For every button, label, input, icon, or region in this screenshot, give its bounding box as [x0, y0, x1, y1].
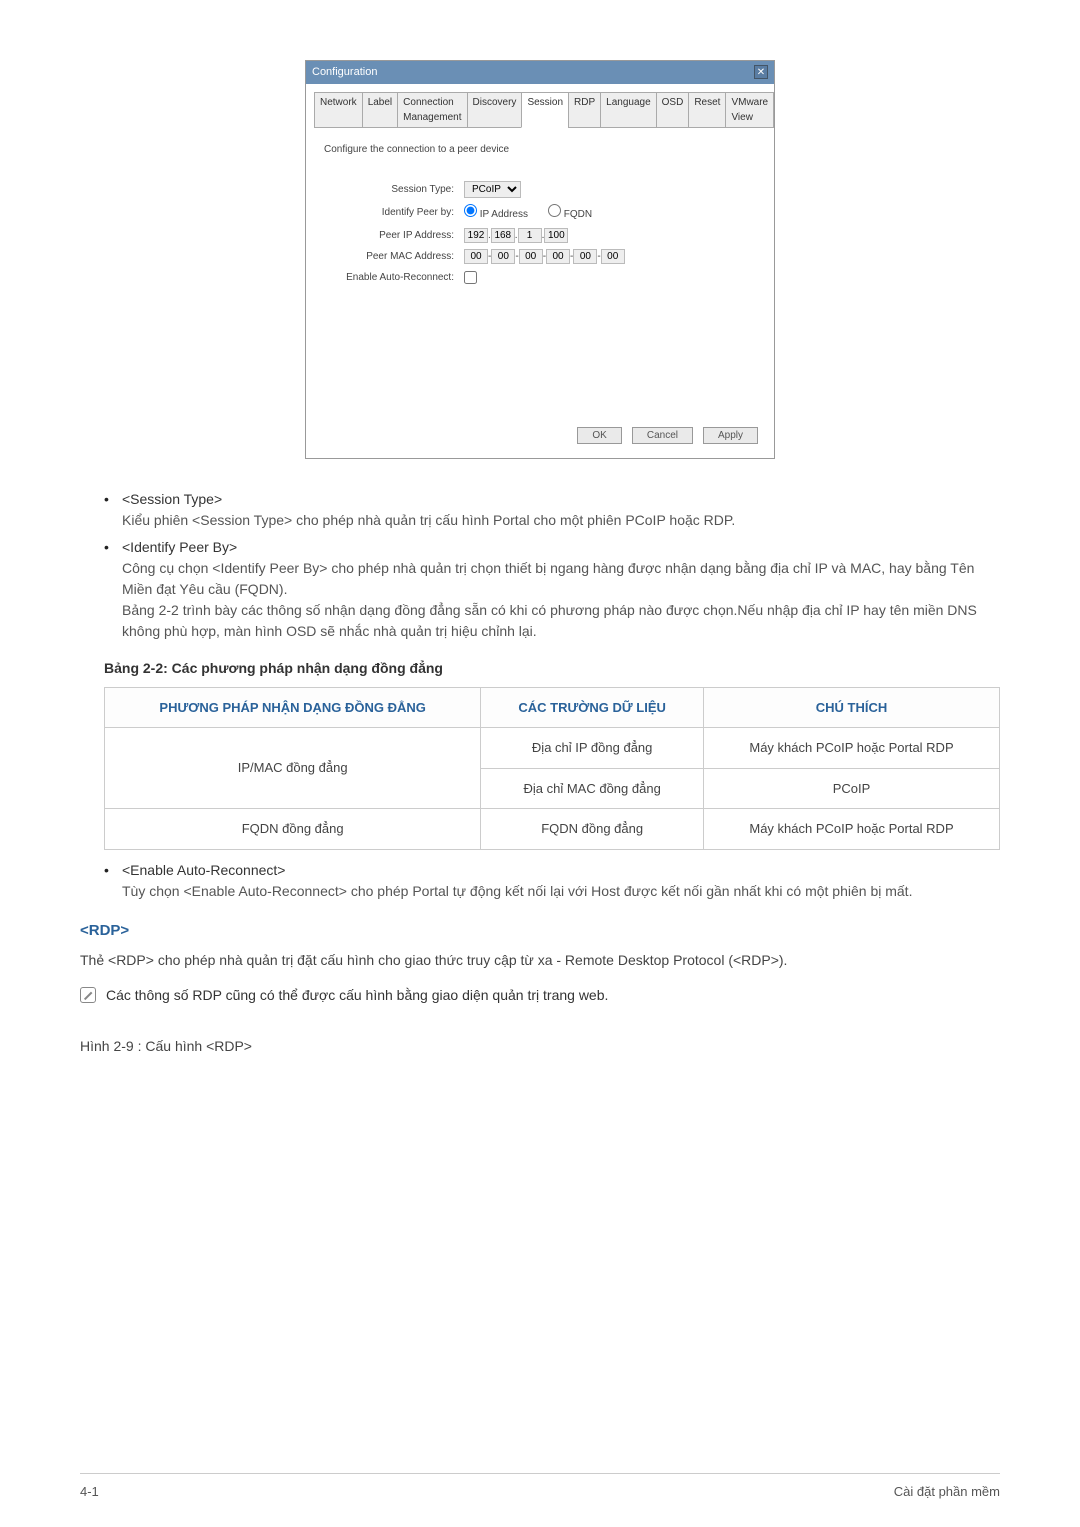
peer-mac-label: Peer MAC Address: [324, 249, 464, 264]
session-type-label: Session Type: [324, 182, 464, 197]
page-footer: 4-1 Cài đặt phần mềm [80, 1473, 1000, 1502]
peer-mac-3[interactable] [546, 249, 570, 264]
dialog-description: Configure the connection to a peer devic… [314, 128, 766, 181]
auto-reconnect-checkbox[interactable] [464, 271, 477, 284]
bullet-title: <Identify Peer By> [122, 537, 1000, 558]
table-header: PHƯƠNG PHÁP NHẬN DẠNG ĐỒNG ĐẲNG [105, 687, 481, 728]
footer-section-title: Cài đặt phần mềm [894, 1482, 1000, 1502]
cancel-button[interactable]: Cancel [632, 427, 693, 444]
rdp-heading: <RDP> [80, 920, 1000, 943]
dialog-tabs: Network Label Connection Management Disc… [314, 92, 766, 128]
tab-session[interactable]: Session [521, 92, 569, 128]
peer-ip-0[interactable] [464, 228, 488, 243]
table-cell: IP/MAC đồng đẳng [105, 728, 481, 809]
table-row: IP/MAC đồng đẳng Địa chỉ IP đồng đẳng Má… [105, 728, 1000, 769]
session-type-select[interactable]: PCoIP [464, 181, 521, 198]
rdp-body: Thẻ <RDP> cho phép nhà quản trị đặt cấu … [80, 950, 1000, 971]
peer-mac-2[interactable] [519, 249, 543, 264]
list-item: <Identify Peer By> Công cụ chọn <Identif… [104, 537, 1000, 642]
bullet-title: <Session Type> [122, 489, 1000, 510]
dialog-title: Configuration [312, 64, 377, 81]
table-caption: Bảng 2-2: Các phương pháp nhận dạng đồng… [104, 658, 1000, 679]
bullet-body: Kiểu phiên <Session Type> cho phép nhà q… [122, 510, 1000, 531]
table-cell: PCoIP [704, 768, 1000, 809]
note-text: Các thông số RDP cũng có thể được cấu hì… [106, 985, 608, 1006]
tab-label[interactable]: Label [362, 92, 398, 128]
tab-reset[interactable]: Reset [688, 92, 726, 128]
peer-mac-4[interactable] [573, 249, 597, 264]
bullet-list: <Session Type> Kiểu phiên <Session Type>… [104, 489, 1000, 642]
apply-button[interactable]: Apply [703, 427, 758, 444]
table-header: CHÚ THÍCH [704, 687, 1000, 728]
table-cell: Địa chỉ IP đồng đẳng [481, 728, 704, 769]
note-icon [80, 987, 96, 1003]
tab-discovery[interactable]: Discovery [467, 92, 523, 128]
peer-ip-1[interactable] [491, 228, 515, 243]
bullet-title: <Enable Auto-Reconnect> [122, 860, 1000, 881]
tab-osd[interactable]: OSD [656, 92, 690, 128]
peer-mac-1[interactable] [491, 249, 515, 264]
list-item: <Enable Auto-Reconnect> Tùy chọn <Enable… [104, 860, 1000, 902]
peer-ip-label: Peer IP Address: [324, 228, 464, 243]
auto-reconnect-label: Enable Auto-Reconnect: [324, 270, 464, 285]
footer-page-number: 4-1 [80, 1482, 99, 1502]
peer-mac-5[interactable] [601, 249, 625, 264]
identify-fqdn-radio[interactable]: FQDN [548, 204, 592, 222]
list-item: <Session Type> Kiểu phiên <Session Type>… [104, 489, 1000, 531]
table-cell: FQDN đồng đẳng [481, 809, 704, 850]
tab-network[interactable]: Network [314, 92, 363, 128]
tab-rdp[interactable]: RDP [568, 92, 601, 128]
tab-language[interactable]: Language [600, 92, 657, 128]
peer-ip-2[interactable] [518, 228, 542, 243]
peer-mac-0[interactable] [464, 249, 488, 264]
dialog-titlebar: Configuration ✕ [306, 61, 774, 84]
note-row: Các thông số RDP cũng có thể được cấu hì… [80, 985, 1000, 1006]
table-row: FQDN đồng đẳng FQDN đồng đẳng Máy khách … [105, 809, 1000, 850]
peer-ip-3[interactable] [544, 228, 568, 243]
table-header: CÁC TRƯỜNG DỮ LIỆU [481, 687, 704, 728]
bullet-body: Bảng 2-2 trình bày các thông số nhận dạn… [122, 600, 1000, 642]
tab-connection-management[interactable]: Connection Management [397, 92, 467, 128]
close-icon[interactable]: ✕ [754, 65, 768, 79]
table-cell: Máy khách PCoIP hoặc Portal RDP [704, 728, 1000, 769]
table-cell: Địa chỉ MAC đồng đẳng [481, 768, 704, 809]
bullet-body: Tùy chọn <Enable Auto-Reconnect> cho phé… [122, 881, 1000, 902]
tab-vmware-view[interactable]: VMware View [725, 92, 774, 128]
bullet-list: <Enable Auto-Reconnect> Tùy chọn <Enable… [104, 860, 1000, 902]
bullet-body: Công cụ chọn <Identify Peer By> cho phép… [122, 558, 1000, 600]
ok-button[interactable]: OK [577, 427, 621, 444]
table-cell: FQDN đồng đẳng [105, 809, 481, 850]
table-cell: Máy khách PCoIP hoặc Portal RDP [704, 809, 1000, 850]
figure-caption: Hình 2-9 : Cấu hình <RDP> [80, 1036, 1000, 1057]
config-dialog: Configuration ✕ Network Label Connection… [305, 60, 775, 459]
peer-methods-table: PHƯƠNG PHÁP NHẬN DẠNG ĐỒNG ĐẲNG CÁC TRƯỜ… [104, 687, 1000, 850]
identify-peer-label: Identify Peer by: [324, 205, 464, 220]
identify-ip-radio[interactable]: IP Address [464, 204, 528, 222]
